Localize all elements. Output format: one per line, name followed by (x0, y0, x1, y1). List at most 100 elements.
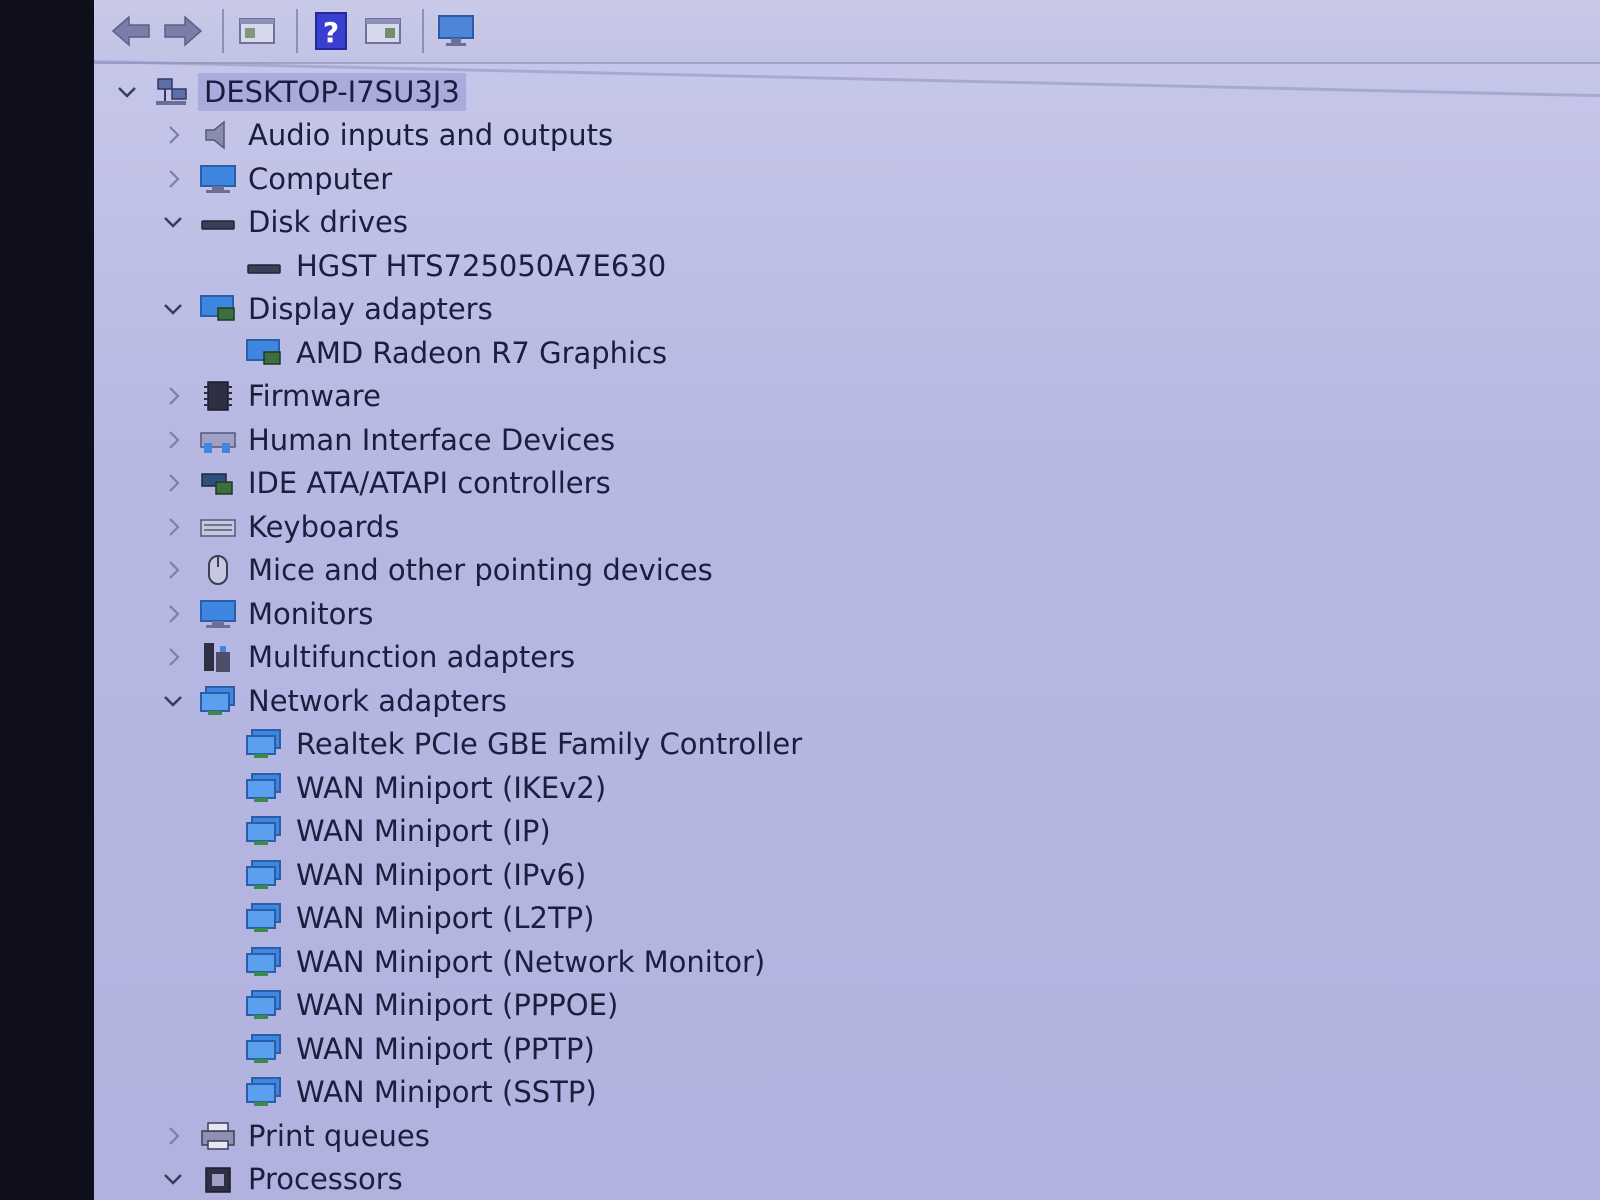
tree-item-label: WAN Miniport (PPTP) (296, 1031, 595, 1066)
category-human-interface-devices[interactable]: Human Interface Devices (94, 418, 1600, 462)
category-ide-ata-atapi-controllers[interactable]: IDE ATA/ATAPI controllers (94, 462, 1600, 506)
speaker-icon (198, 118, 238, 152)
tree-item-label: Firmware (248, 379, 381, 414)
device-item-amd-radeon-r7-graphics[interactable]: AMD Radeon R7 Graphics (94, 331, 1600, 375)
scan-hardware-button[interactable] (434, 8, 480, 54)
device-item-wan-miniport-ipv6[interactable]: WAN Miniport (IPv6) (94, 853, 1600, 897)
disk-drive-icon (198, 205, 238, 239)
device-item-wan-miniport-pptp[interactable]: WAN Miniport (PPTP) (94, 1027, 1600, 1071)
device-item-realtek-pcie-gbe-family-controller[interactable]: Realtek PCIe GBE Family Controller (94, 723, 1600, 767)
tree-item-label: Audio inputs and outputs (248, 118, 614, 153)
tree-item-label: WAN Miniport (L2TP) (296, 901, 595, 936)
chevron-down-icon[interactable] (158, 686, 188, 716)
toolbar-separator (422, 9, 424, 53)
network-adapter-icon (244, 945, 284, 979)
chevron-right-icon[interactable] (158, 512, 188, 542)
scan-monitor-icon (438, 15, 474, 46)
chevron-down-icon[interactable] (158, 207, 188, 237)
device-item-wan-miniport-ip[interactable]: WAN Miniport (IP) (94, 810, 1600, 854)
category-disk-drives[interactable]: Disk drives (94, 201, 1600, 245)
chevron-right-icon[interactable] (158, 381, 188, 411)
hid-icon (198, 423, 238, 457)
category-network-adapters[interactable]: Network adapters (94, 679, 1600, 723)
update-driver-icon (365, 18, 401, 44)
toolbar: ? (94, 0, 1600, 64)
tree-item-label: IDE ATA/ATAPI controllers (248, 466, 611, 501)
properties-icon (239, 18, 275, 44)
chevron-right-icon[interactable] (158, 599, 188, 629)
category-monitors[interactable]: Monitors (94, 592, 1600, 636)
device-item-wan-miniport-ikev2[interactable]: WAN Miniport (IKEv2) (94, 766, 1600, 810)
computer-network-icon (152, 75, 192, 109)
printer-icon (198, 1119, 238, 1153)
chevron-right-icon[interactable] (158, 555, 188, 585)
back-button[interactable] (108, 8, 154, 54)
device-item-wan-miniport-l2tp[interactable]: WAN Miniport (L2TP) (94, 897, 1600, 941)
tree-item-label: WAN Miniport (IKEv2) (296, 770, 607, 805)
device-item-hgst-hts725050a7e630[interactable]: HGST HTS725050A7E630 (94, 244, 1600, 288)
tree-item-label: Realtek PCIe GBE Family Controller (296, 727, 803, 762)
chevron-down-icon[interactable] (158, 1164, 188, 1194)
category-display-adapters[interactable]: Display adapters (94, 288, 1600, 332)
category-mice-and-other-pointing-devices[interactable]: Mice and other pointing devices (94, 549, 1600, 593)
device-item-wan-miniport-sstp[interactable]: WAN Miniport (SSTP) (94, 1071, 1600, 1115)
category-multifunction-adapters[interactable]: Multifunction adapters (94, 636, 1600, 680)
update-driver-button[interactable] (360, 8, 406, 54)
category-processors[interactable]: Processors (94, 1158, 1600, 1200)
network-adapter-icon (244, 1075, 284, 1109)
mouse-icon (198, 553, 238, 587)
category-keyboards[interactable]: Keyboards (94, 505, 1600, 549)
device-item-wan-miniport-pppoe[interactable]: WAN Miniport (PPPOE) (94, 984, 1600, 1028)
category-firmware[interactable]: Firmware (94, 375, 1600, 419)
tree-item-label: AMD Radeon R7 Graphics (296, 335, 668, 370)
tree-item-label: Print queues (248, 1118, 430, 1153)
tree-item-label: Multifunction adapters (248, 640, 576, 675)
tree-item-label: WAN Miniport (SSTP) (296, 1075, 597, 1110)
network-adapter-icon (198, 684, 238, 718)
chevron-right-icon[interactable] (158, 1121, 188, 1151)
chevron-down-icon[interactable] (112, 77, 142, 107)
network-adapter-icon (244, 901, 284, 935)
tree-item-label: WAN Miniport (PPPOE) (296, 988, 619, 1023)
display-adapter-icon (244, 336, 284, 370)
device-tree: DESKTOP-I7SU3J3 Audio inputs and outputs C… (94, 70, 1600, 1200)
chevron-right-icon[interactable] (158, 425, 188, 455)
chip-icon (198, 379, 238, 413)
tree-item-label: Keyboards (248, 509, 400, 544)
help-button[interactable]: ? (308, 8, 354, 54)
tree-root[interactable]: DESKTOP-I7SU3J3 (94, 70, 1600, 114)
chevron-down-icon[interactable] (158, 294, 188, 324)
toolbar-separator (296, 9, 298, 53)
network-adapter-icon (244, 858, 284, 892)
chevron-right-icon[interactable] (158, 164, 188, 194)
tree-item-label: Human Interface Devices (248, 422, 616, 457)
tree-item-label: DESKTOP-I7SU3J3 (198, 72, 466, 111)
device-manager-window: ? DESKTOP-I7SU3J3 Audio inputs and output… (94, 0, 1600, 1200)
category-audio-inputs-and-outputs[interactable]: Audio inputs and outputs (94, 114, 1600, 158)
forward-button[interactable] (160, 8, 206, 54)
device-item-wan-miniport-network-monitor[interactable]: WAN Miniport (Network Monitor) (94, 940, 1600, 984)
network-adapter-icon (244, 988, 284, 1022)
tree-item-label: WAN Miniport (Network Monitor) (296, 944, 766, 979)
chevron-right-icon[interactable] (158, 468, 188, 498)
forward-arrow-icon (164, 15, 203, 47)
properties-button[interactable] (234, 8, 280, 54)
tree-item-label: Disk drives (248, 205, 409, 240)
tree-item-label: Mice and other pointing devices (248, 553, 713, 588)
disk-drive-icon (244, 249, 284, 283)
display-adapter-icon (198, 292, 238, 326)
tree-item-label: Display adapters (248, 292, 493, 327)
category-computer[interactable]: Computer (94, 157, 1600, 201)
tree-item-label: Monitors (248, 596, 374, 631)
processor-icon (198, 1162, 238, 1196)
tree-item-label: HGST HTS725050A7E630 (296, 248, 667, 283)
multifunction-icon (198, 640, 238, 674)
toolbar-separator (222, 9, 224, 53)
back-arrow-icon (111, 15, 150, 47)
network-adapter-icon (244, 1032, 284, 1066)
tree-item-label: Computer (248, 161, 393, 196)
category-print-queues[interactable]: Print queues (94, 1114, 1600, 1158)
chevron-right-icon[interactable] (158, 120, 188, 150)
chevron-right-icon[interactable] (158, 642, 188, 672)
monitor-icon (198, 162, 238, 196)
